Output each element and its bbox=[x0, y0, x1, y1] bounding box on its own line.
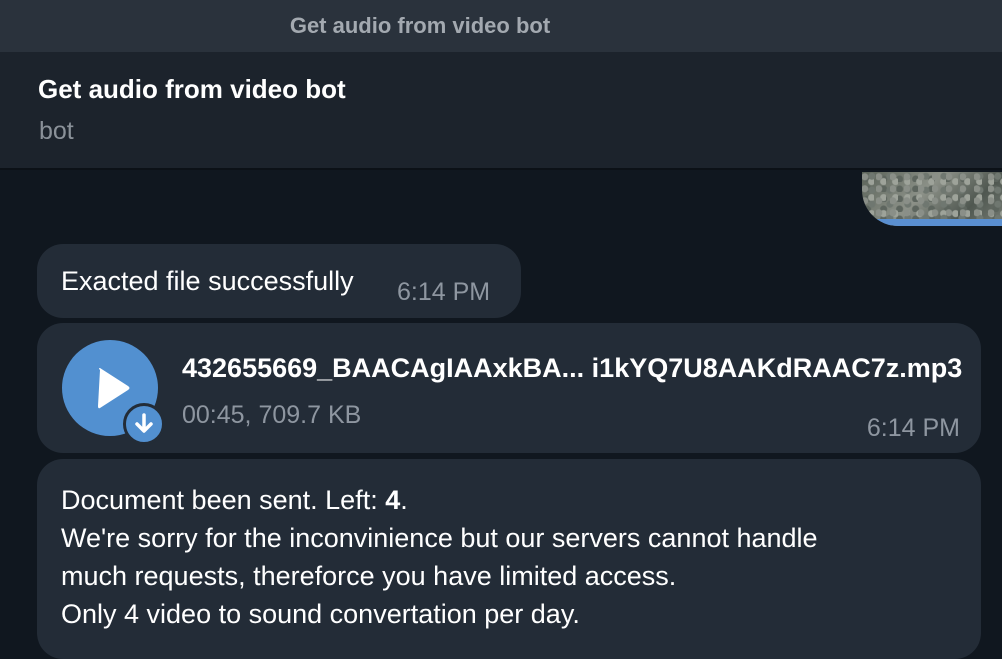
limit-suffix: . bbox=[400, 485, 408, 515]
file-meta: 00:45, 709.7 KB bbox=[182, 401, 362, 429]
message-line-1: Document been sent. Left: 4. bbox=[61, 481, 818, 519]
limit-count: 4 bbox=[385, 485, 401, 515]
message-line-2: We're sorry for the inconvinience but ou… bbox=[61, 523, 818, 553]
message-time: 6:14 PM bbox=[397, 278, 491, 306]
message-text-block: Document been sent. Left: 4. We're sorry… bbox=[61, 481, 818, 633]
file-name[interactable]: 432655669_BAACAgIAAxkBA... i1kYQ7U8AAKdR… bbox=[182, 353, 962, 384]
message-text: Exacted file successfully bbox=[61, 266, 354, 296]
video-thumbnail[interactable] bbox=[862, 172, 1002, 226]
window-title: Get audio from video bot bbox=[289, 13, 551, 38]
window-titlebar: Get audio from video bot bbox=[0, 0, 1002, 52]
message-bubble-extracted[interactable]: Exacted file successfully 6:14 PM bbox=[37, 244, 521, 318]
message-line-4: Only 4 video to sound convertation per d… bbox=[61, 599, 580, 629]
download-arrow-icon bbox=[135, 413, 153, 433]
message-line-3: much requests, thereforce you have limit… bbox=[61, 561, 677, 591]
chat-header[interactable]: Get audio from video bot bot bbox=[0, 52, 1002, 170]
audio-file-message[interactable]: 432655669_BAACAgIAAxkBA... i1kYQ7U8AAKdR… bbox=[37, 323, 981, 453]
video-progress-bar bbox=[862, 219, 1002, 226]
chat-title[interactable]: Get audio from video bot bbox=[38, 74, 346, 105]
chat-status: bot bbox=[39, 117, 74, 145]
limit-prefix: Document been sent. Left: bbox=[61, 485, 386, 515]
message-time: 6:14 PM bbox=[866, 414, 960, 442]
message-bubble-limit[interactable]: Document been sent. Left: 4. We're sorry… bbox=[37, 459, 981, 659]
download-button[interactable] bbox=[123, 403, 165, 445]
